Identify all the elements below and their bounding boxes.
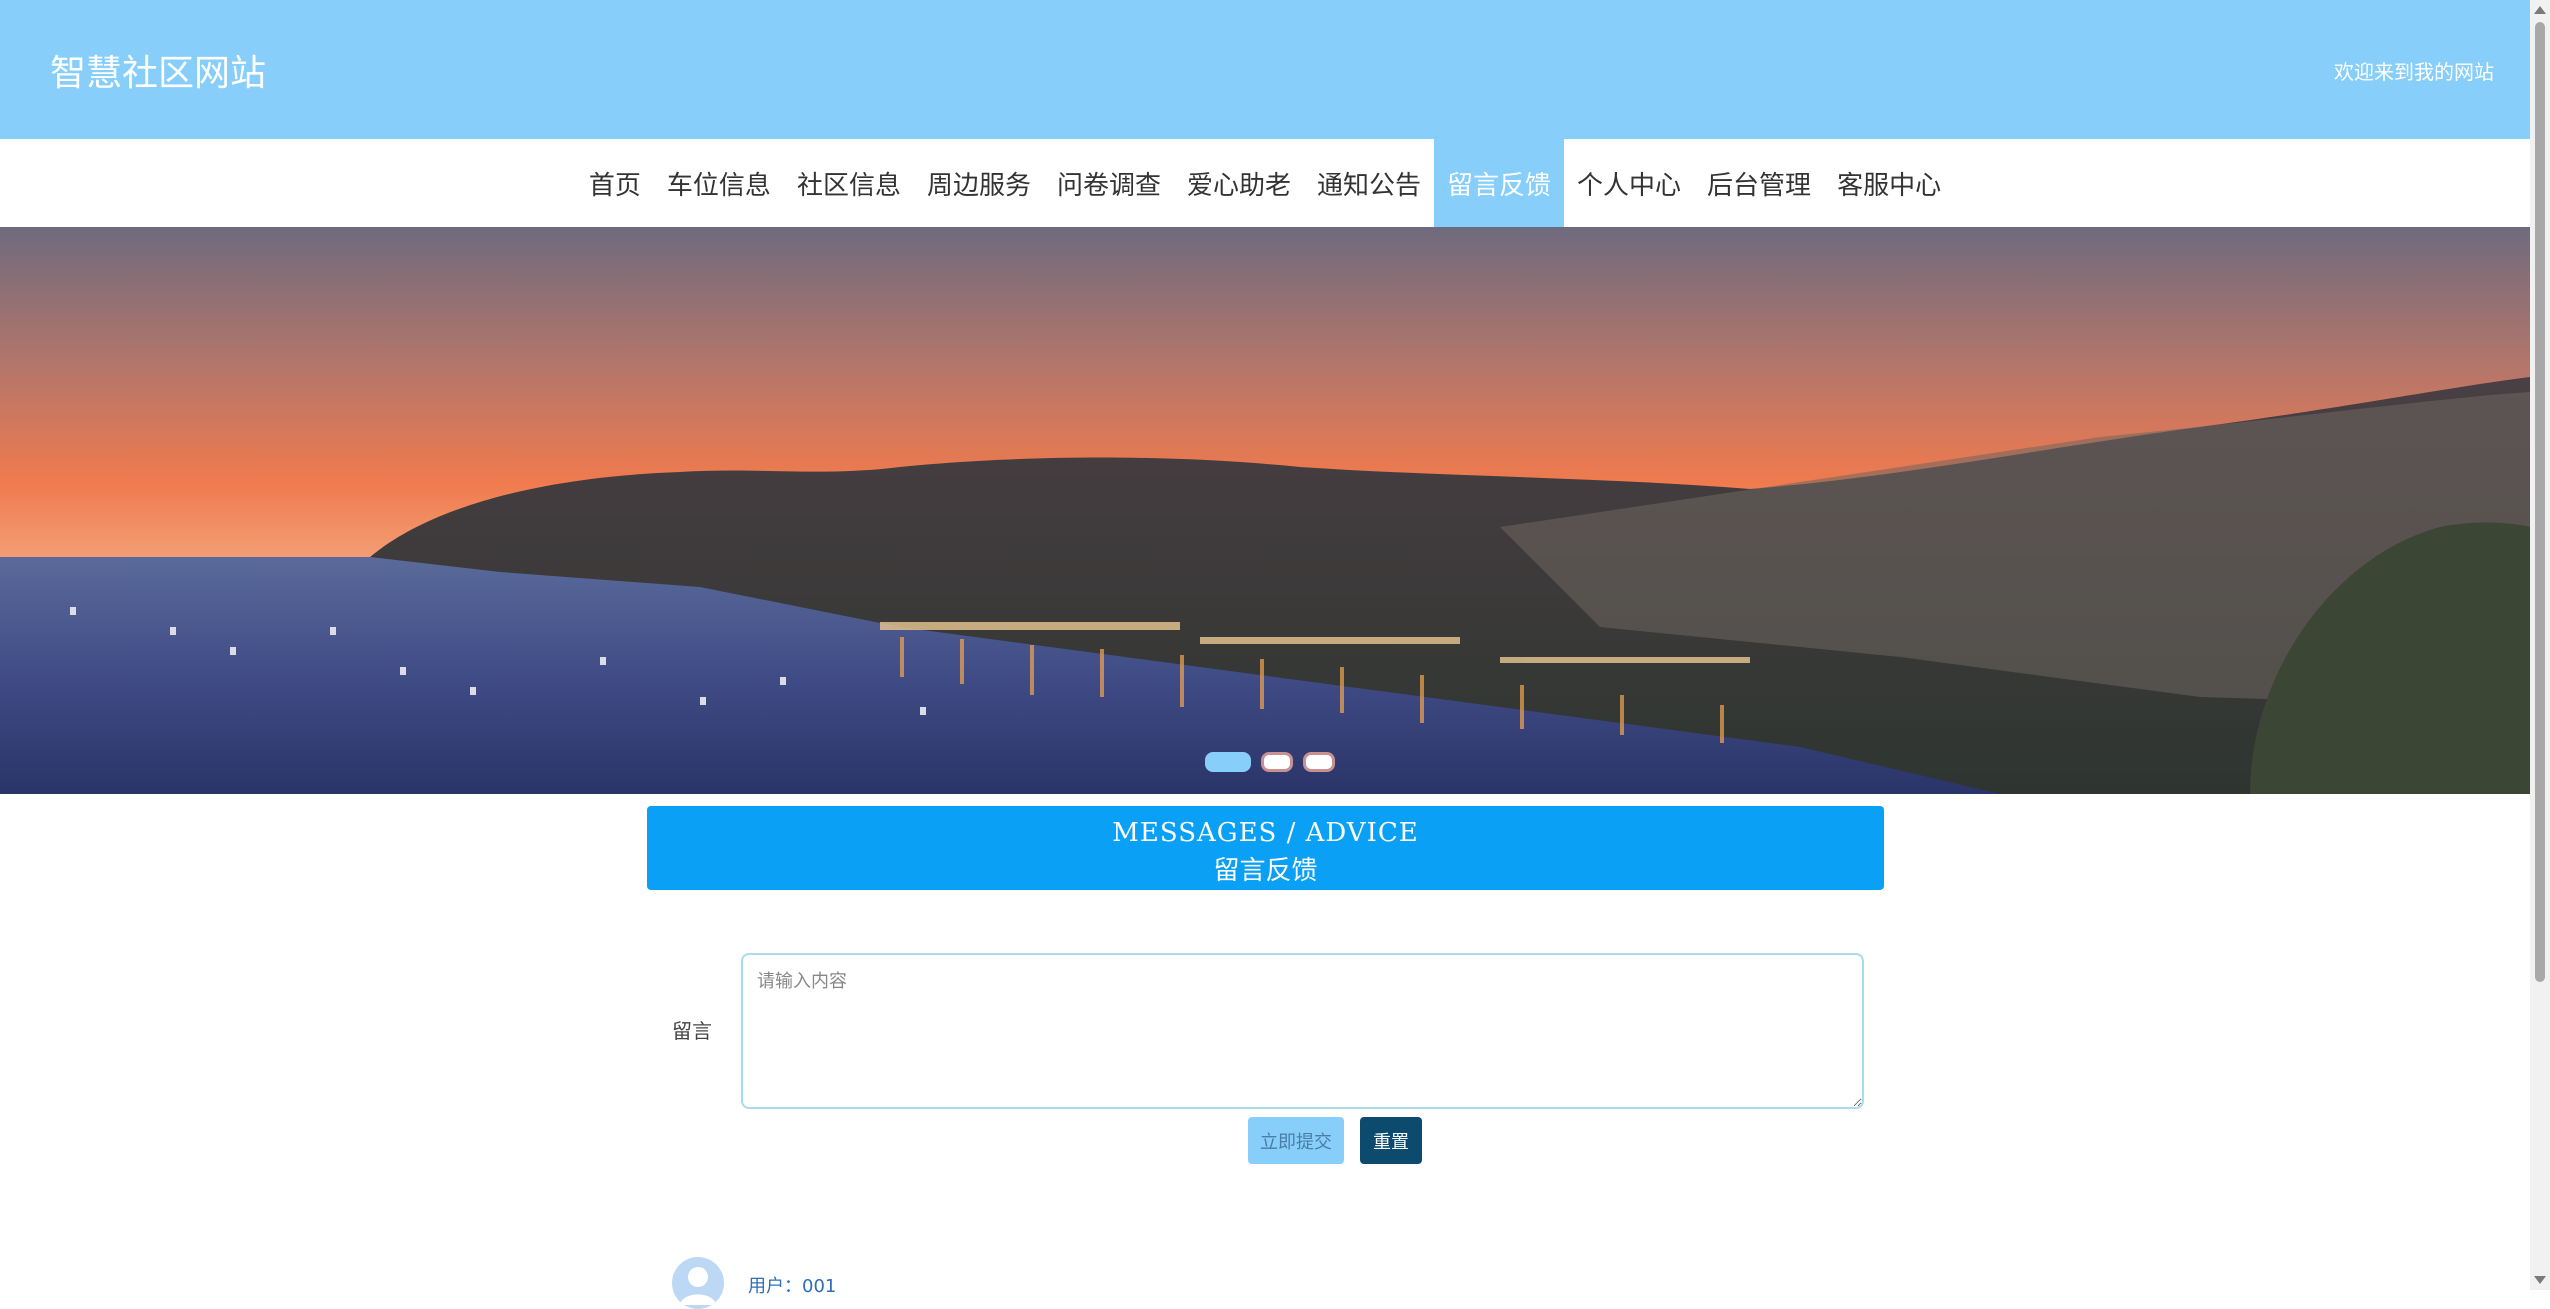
- banner-image: [0, 227, 2530, 794]
- main-nav: 首页 车位信息 社区信息 周边服务 问卷调查 爱心助老 通知公告 留言反馈 个人…: [0, 139, 2530, 227]
- comment-user-name: 用户：001: [748, 1276, 837, 1297]
- reset-button[interactable]: 重置: [1360, 1117, 1422, 1164]
- avatar: [672, 1257, 724, 1309]
- nav-item-survey[interactable]: 问卷调查: [1044, 139, 1174, 227]
- carousel-dot-1[interactable]: [1205, 752, 1251, 772]
- nav-item-customer-service[interactable]: 客服中心: [1824, 139, 1954, 227]
- message-label: 留言: [672, 1019, 712, 1043]
- nav-item-notices[interactable]: 通知公告: [1304, 139, 1434, 227]
- scroll-thumb[interactable]: [2535, 22, 2545, 982]
- nav-item-feedback[interactable]: 留言反馈: [1434, 139, 1565, 227]
- banner-carousel[interactable]: [0, 227, 2530, 794]
- submit-button[interactable]: 立即提交: [1248, 1117, 1344, 1164]
- nav-item-elder-care[interactable]: 爱心助老: [1174, 139, 1304, 227]
- nav-item-admin[interactable]: 后台管理: [1694, 139, 1824, 227]
- page-scrollbar[interactable]: [2530, 0, 2550, 1290]
- welcome-text: 欢迎来到我的网站: [2334, 60, 2494, 84]
- carousel-dot-2[interactable]: [1261, 752, 1293, 772]
- site-title: 智慧社区网站: [50, 53, 267, 94]
- section-title-cn: 留言反馈: [1213, 856, 1318, 886]
- section-title-en: MESSAGES / ADVICE: [1112, 818, 1419, 848]
- site-header: 智慧社区网站 欢迎来到我的网站: [0, 0, 2530, 139]
- scroll-down-icon[interactable]: [2534, 1276, 2546, 1284]
- carousel-indicators: [1205, 752, 1335, 772]
- message-textarea[interactable]: [741, 953, 1864, 1109]
- nav-item-parking[interactable]: 车位信息: [654, 139, 784, 227]
- nav-item-personal-center[interactable]: 个人中心: [1564, 139, 1694, 227]
- section-header: MESSAGES / ADVICE 留言反馈: [647, 806, 1884, 890]
- nav-item-home[interactable]: 首页: [576, 139, 654, 227]
- scroll-up-icon[interactable]: [2534, 6, 2546, 14]
- carousel-dot-3[interactable]: [1303, 752, 1335, 772]
- nav-item-community-info[interactable]: 社区信息: [784, 139, 914, 227]
- nav-item-nearby-services[interactable]: 周边服务: [914, 139, 1044, 227]
- user-avatar-icon: [680, 1267, 716, 1305]
